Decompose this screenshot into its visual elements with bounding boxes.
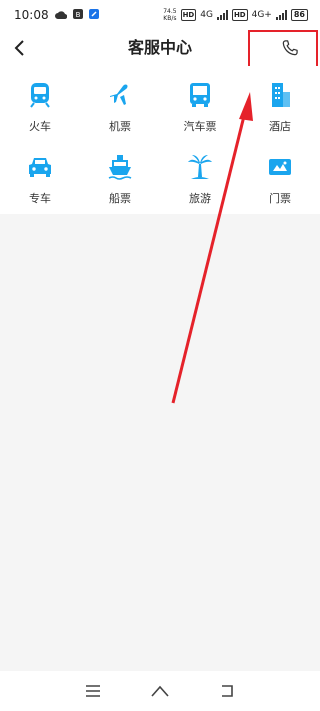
- chevron-left-icon: [14, 40, 24, 56]
- back-nav-button[interactable]: [212, 676, 242, 706]
- return-icon: [221, 685, 233, 697]
- service-label: 汽车票: [183, 120, 217, 133]
- signal-icon-2: [275, 10, 287, 20]
- palm-tree-icon: [185, 152, 215, 182]
- status-bar: 10:08 B 74.5 KB/s HD 4G HD 4G+ 86: [0, 0, 320, 30]
- svg-text:B: B: [75, 11, 80, 19]
- train-icon: [25, 80, 55, 110]
- battery-indicator: 86: [290, 9, 308, 21]
- service-train[interactable]: 火车: [0, 70, 80, 142]
- net-speed-unit: KB/s: [163, 15, 177, 22]
- service-ticket[interactable]: 门票: [240, 142, 320, 214]
- app-notification-icon: [88, 8, 99, 22]
- service-bus[interactable]: 汽车票: [160, 70, 240, 142]
- back-button[interactable]: [6, 34, 34, 62]
- net-speed-value: 74.5: [163, 8, 177, 15]
- service-label: 门票: [269, 192, 291, 205]
- network-type-2: 4G+: [251, 10, 272, 20]
- cloud-icon: [54, 8, 67, 22]
- service-hotel[interactable]: 酒店: [240, 70, 320, 142]
- home-button[interactable]: [145, 676, 175, 706]
- system-nav-bar: [0, 671, 320, 711]
- home-icon: [151, 685, 169, 697]
- notification-app-icon: B: [72, 8, 83, 22]
- menu-button[interactable]: [78, 676, 108, 706]
- signal-icon: [216, 10, 228, 20]
- hd-badge-2: HD: [231, 9, 248, 21]
- service-ship[interactable]: 船票: [80, 142, 160, 214]
- service-label: 旅游: [189, 192, 211, 205]
- service-travel[interactable]: 旅游: [160, 142, 240, 214]
- service-grid: 火车 机票 汽车票 酒店 专车 船票 旅游 门票: [0, 66, 320, 214]
- status-time: 10:08: [14, 8, 49, 22]
- service-label: 酒店: [269, 120, 291, 133]
- ticket-icon: [265, 152, 295, 182]
- service-private-car[interactable]: 专车: [0, 142, 80, 214]
- service-label: 火车: [29, 120, 51, 133]
- net-speed: 74.5 KB/s: [163, 8, 176, 22]
- service-flight[interactable]: 机票: [80, 70, 160, 142]
- plane-icon: [105, 80, 135, 110]
- ship-icon: [105, 152, 135, 182]
- hotel-icon: [265, 80, 295, 110]
- menu-icon: [86, 685, 101, 697]
- hd-badge-1: HD: [180, 9, 197, 21]
- service-label: 机票: [109, 120, 131, 133]
- car-icon: [25, 152, 55, 182]
- service-label: 船票: [109, 192, 131, 205]
- bus-icon: [185, 80, 215, 110]
- network-type-1: 4G: [200, 10, 213, 20]
- service-label: 专车: [29, 192, 51, 205]
